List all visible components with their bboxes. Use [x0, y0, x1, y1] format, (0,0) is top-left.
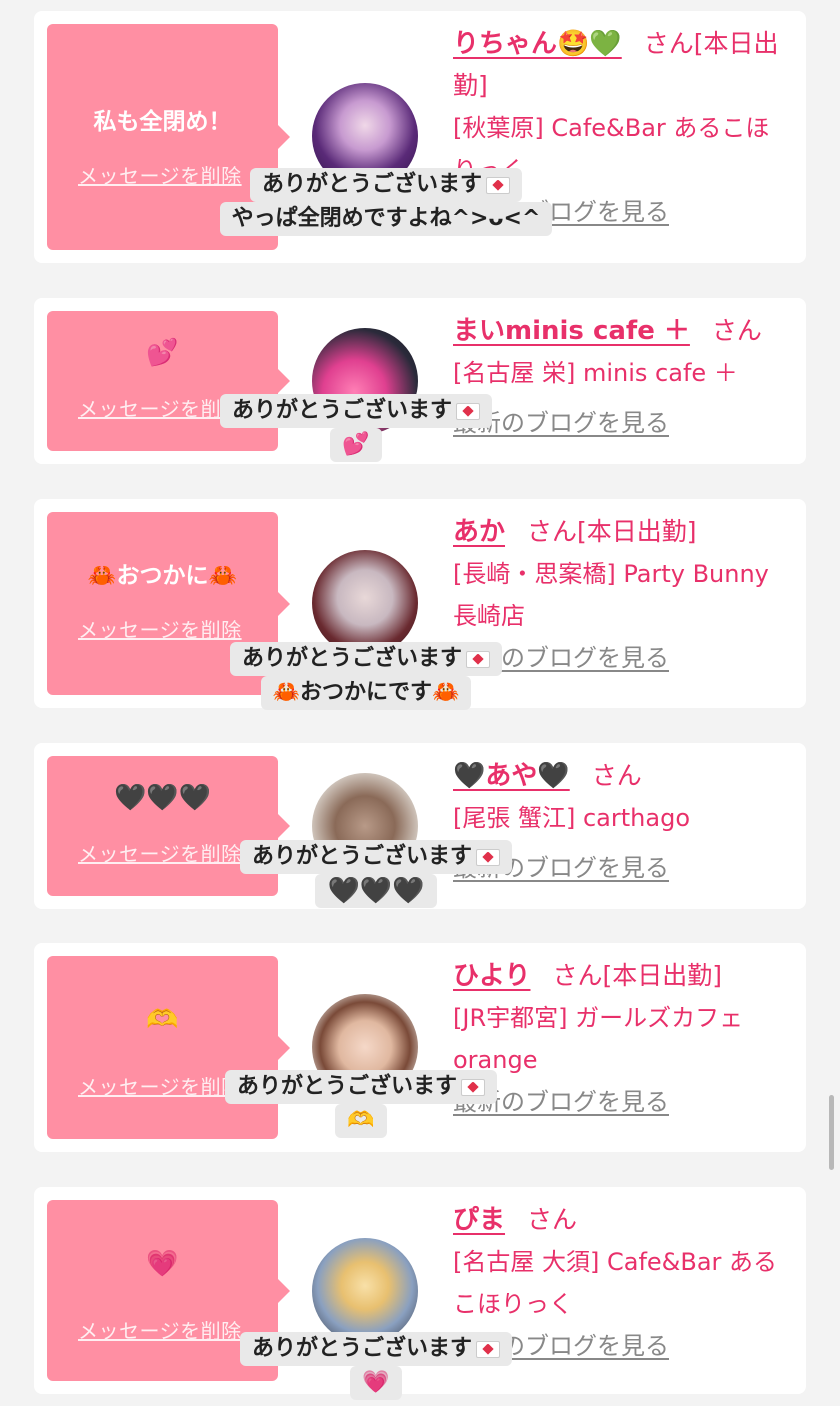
love-letter-icon	[476, 1340, 500, 1358]
message-text: 💗	[146, 1249, 179, 1279]
delete-message-link[interactable]: メッセージを削除	[78, 614, 242, 643]
reply-bubble: ありがとうございます 💗	[206, 1332, 546, 1400]
honorific: さん	[711, 316, 762, 345]
love-letter-icon	[466, 650, 490, 668]
reply-line-1: ありがとうございます	[219, 394, 492, 428]
reply-line-2: 🦀おつかにです🦀	[260, 676, 472, 710]
reply-bubble: ありがとうございます 🦀おつかにです🦀	[206, 642, 526, 710]
cast-name-link[interactable]: まいminis cafe ＋	[453, 316, 690, 346]
love-letter-icon	[486, 176, 510, 194]
reply-bubble: ありがとうございます 🫶	[196, 1070, 526, 1138]
cast-name-link[interactable]: ひより	[453, 961, 530, 991]
reply-bubble: ありがとうございます 💕	[196, 394, 516, 462]
avatar[interactable]	[312, 550, 418, 656]
shift-status: [本日出勤]	[602, 961, 723, 990]
reply-line-1: ありがとうございます	[229, 642, 502, 676]
message-text: 私も全閉め！	[93, 109, 232, 135]
reply-bubble: ありがとうございます やっぱ全閉めですよね^>ᴗ<^	[196, 168, 576, 236]
love-letter-icon	[476, 848, 500, 866]
reply-thanks: ありがとうございます	[251, 1336, 472, 1361]
reply-line-2: 💗	[350, 1366, 402, 1400]
shop-name: [長崎・思案橋] Party Bunny 長崎店	[453, 560, 769, 630]
reply-line-1: ありがとうございます	[239, 1332, 512, 1366]
reply-thanks: ありがとうございます	[231, 398, 452, 423]
cast-name-link[interactable]: あか	[453, 517, 505, 547]
reply-line-1: ありがとうございます	[239, 840, 512, 874]
reply-bubble: ありがとうございます 🖤🖤🖤	[206, 840, 546, 908]
avatar[interactable]	[312, 1238, 418, 1344]
reply-thanks: ありがとうございます	[241, 646, 462, 671]
reply-line-1: ありがとうございます	[249, 168, 522, 202]
shop-name: [尾張 蟹江] carthago	[453, 804, 690, 832]
shop-name: [名古屋 栄] minis cafe ＋	[453, 359, 738, 387]
shop-name: [JR宇都宮] ガールズカフェorange	[453, 1004, 744, 1074]
message-text: 💕	[146, 338, 179, 368]
honorific: さん	[527, 1205, 578, 1234]
love-letter-icon	[456, 402, 480, 420]
shop-name: [名古屋 大須] Cafe&Bar あるこほりっく	[453, 1248, 778, 1318]
message-text: 🫶	[146, 1005, 179, 1035]
honorific: さん	[527, 517, 578, 546]
message-text: 🖤🖤🖤	[113, 783, 212, 813]
honorific: さん	[591, 761, 642, 790]
love-letter-icon	[461, 1078, 485, 1096]
reply-line-2: 🫶	[335, 1104, 387, 1138]
reply-thanks: ありがとうございます	[251, 844, 472, 869]
cast-name-link[interactable]: りちゃん🤩💚	[453, 29, 622, 59]
scrollbar[interactable]	[829, 1095, 834, 1170]
cast-name-link[interactable]: 🖤あや🖤	[453, 761, 570, 791]
cast-name-link[interactable]: ぴま	[453, 1205, 505, 1235]
reply-line-2: やっぱ全閉めですよね^>ᴗ<^	[219, 202, 553, 236]
reply-thanks: ありがとうございます	[236, 1074, 457, 1099]
shift-status: [本日出勤]	[577, 517, 697, 546]
message-text: 🦀おつかに🦀	[87, 563, 238, 589]
reply-line-2: 💕	[330, 428, 382, 462]
reply-line-1: ありがとうございます	[224, 1070, 497, 1104]
reply-thanks: ありがとうございます	[261, 172, 482, 197]
honorific: さん	[552, 961, 603, 990]
honorific: さん	[643, 29, 694, 58]
reply-line-2: 🖤🖤🖤	[315, 874, 437, 908]
